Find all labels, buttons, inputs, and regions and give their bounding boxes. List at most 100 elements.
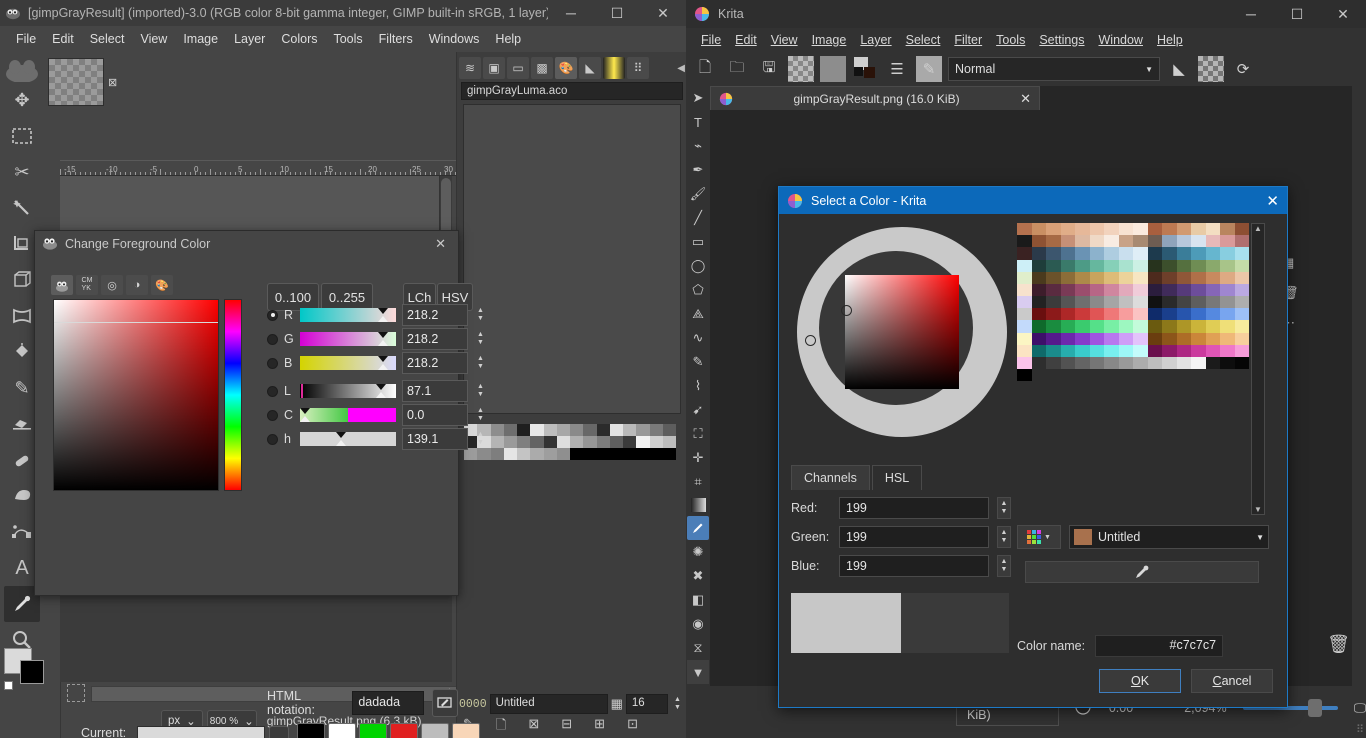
gimp-palette-swatch[interactable] bbox=[662, 436, 676, 448]
palette-swatch[interactable] bbox=[1162, 356, 1177, 369]
palette-swatch[interactable] bbox=[1191, 247, 1206, 260]
palette-swatch[interactable] bbox=[1060, 223, 1075, 236]
gimp-palette-swatch[interactable] bbox=[503, 436, 517, 448]
krita-menu-filter[interactable]: Filter bbox=[947, 31, 989, 49]
alpha-lock-icon[interactable] bbox=[1198, 56, 1224, 82]
gimp-image-thumbnail[interactable] bbox=[48, 58, 104, 106]
palette-swatch[interactable] bbox=[1133, 296, 1148, 309]
krita-menu-help[interactable]: Help bbox=[1150, 31, 1190, 49]
gimp-dock-tab-layers-icon[interactable]: ≋ bbox=[459, 57, 481, 79]
palette-swatch[interactable] bbox=[1075, 271, 1090, 284]
gimp-palette-swatch[interactable] bbox=[543, 448, 557, 460]
fg-stepper-g[interactable]: ▲ ▼ bbox=[474, 328, 487, 350]
palette-swatch[interactable] bbox=[1220, 320, 1235, 333]
gimp-tool-scissors-select-tool[interactable]: ✂ bbox=[4, 154, 40, 190]
palette-swatch[interactable] bbox=[1176, 320, 1191, 333]
krita-menu-window[interactable]: Window bbox=[1092, 31, 1150, 49]
gimp-palette-swatch[interactable] bbox=[609, 436, 623, 448]
palette-swatch[interactable] bbox=[1017, 235, 1032, 248]
fg-hue-strip[interactable] bbox=[224, 299, 242, 491]
tab-hsl[interactable]: HSL bbox=[871, 465, 923, 490]
gimp-palette-swatch[interactable] bbox=[623, 424, 637, 436]
fg-slider-b[interactable] bbox=[300, 356, 396, 370]
palette-swatch[interactable] bbox=[1104, 296, 1119, 309]
palette-swatch[interactable] bbox=[1220, 296, 1235, 309]
palette-swatch[interactable] bbox=[1046, 283, 1061, 296]
fg-tab-palette-icon[interactable]: 🎨 bbox=[151, 275, 173, 295]
fg-value-r[interactable]: 218.2 bbox=[402, 304, 468, 326]
palette-swatch[interactable] bbox=[1162, 296, 1177, 309]
gimp-palette-swatch[interactable] bbox=[636, 424, 650, 436]
gimp-palette-swatch[interactable] bbox=[609, 448, 623, 460]
gimp-palette-swatch[interactable] bbox=[649, 424, 663, 436]
fg-history-swatch[interactable] bbox=[421, 723, 449, 738]
palette-swatch[interactable] bbox=[1234, 344, 1249, 357]
sv-square-marker[interactable] bbox=[841, 305, 852, 316]
gimp-palette-swatch[interactable] bbox=[609, 424, 623, 436]
palette-swatch[interactable] bbox=[1060, 247, 1075, 260]
gimp-refresh-icon[interactable]: ⊡ bbox=[627, 716, 638, 738]
krita-tool-calligraphy-tool[interactable]: ✒ bbox=[687, 158, 709, 182]
palette-swatch[interactable] bbox=[1220, 283, 1235, 296]
palette-swatch[interactable] bbox=[1075, 259, 1090, 272]
krita-tool-line-tool[interactable]: ╱ bbox=[687, 206, 709, 230]
gimp-dock-tab-histogram-icon[interactable]: ◣ bbox=[579, 57, 601, 79]
palette-swatch[interactable] bbox=[1089, 332, 1104, 345]
open-document-icon[interactable]: 🗀 bbox=[724, 56, 750, 82]
red-stepper[interactable]: ▲ ▼ bbox=[997, 497, 1011, 519]
scroll-up-icon[interactable]: ▲ bbox=[1254, 224, 1262, 233]
fg-radio-g[interactable] bbox=[267, 333, 278, 345]
gimp-palette-swatch[interactable] bbox=[623, 436, 637, 448]
palette-swatch[interactable] bbox=[1031, 283, 1046, 296]
palette-swatch[interactable] bbox=[1234, 235, 1249, 248]
palette-swatch[interactable] bbox=[1191, 344, 1206, 357]
gimp-palette-columns-stepper[interactable]: ▲ ▼ bbox=[671, 693, 684, 715]
gimp-menu-colors[interactable]: Colors bbox=[273, 29, 325, 49]
palette-swatch[interactable] bbox=[1147, 320, 1162, 333]
fg-history-swatch[interactable] bbox=[390, 723, 418, 738]
fg-stepper-r[interactable]: ▲ ▼ bbox=[474, 304, 487, 326]
fg-slider-c[interactable] bbox=[300, 408, 396, 422]
eyedropper-icon[interactable] bbox=[1025, 561, 1259, 583]
gimp-maximize-button[interactable]: ☐ bbox=[594, 0, 640, 26]
gimp-palette-swatch[interactable] bbox=[490, 448, 504, 460]
gimp-menu-select[interactable]: Select bbox=[82, 29, 133, 49]
palette-swatch[interactable] bbox=[1220, 344, 1235, 357]
palette-swatch[interactable] bbox=[1220, 308, 1235, 321]
gimp-palette-swatch[interactable] bbox=[570, 424, 584, 436]
gimp-palette-swatch[interactable] bbox=[503, 448, 517, 460]
palette-swatch[interactable] bbox=[1046, 296, 1061, 309]
gimp-palette-swatch[interactable] bbox=[596, 424, 610, 436]
palette-swatch[interactable] bbox=[1017, 283, 1032, 296]
palette-swatch[interactable] bbox=[1075, 247, 1090, 260]
palette-swatch[interactable] bbox=[1162, 344, 1177, 357]
green-input[interactable]: 199 bbox=[839, 526, 989, 548]
palette-swatch[interactable] bbox=[1191, 296, 1206, 309]
palette-swatch[interactable] bbox=[1075, 296, 1090, 309]
palette-swatch[interactable] bbox=[1046, 332, 1061, 345]
gimp-dock-tab-channels-icon[interactable]: ▣ bbox=[483, 57, 505, 79]
palette-swatch[interactable] bbox=[1133, 283, 1148, 296]
gimp-dock-collapse-icon[interactable]: ◀ bbox=[677, 63, 685, 74]
fg-bg-color-icon[interactable] bbox=[852, 56, 878, 82]
fg-radio-c[interactable] bbox=[267, 409, 278, 421]
palette-swatch[interactable] bbox=[1089, 247, 1104, 260]
gimp-palette-swatch[interactable] bbox=[649, 436, 663, 448]
palette-swatch[interactable] bbox=[1118, 235, 1133, 248]
gimp-quickmask-toggle[interactable] bbox=[67, 684, 85, 702]
palette-swatch-grid[interactable] bbox=[1017, 223, 1249, 515]
eraser-icon[interactable]: ◣ bbox=[1166, 56, 1192, 82]
palette-swatch[interactable] bbox=[1060, 356, 1075, 369]
palette-swatch[interactable] bbox=[1060, 344, 1075, 357]
palette-swatch[interactable] bbox=[1162, 259, 1177, 272]
palette-swatch[interactable] bbox=[1031, 308, 1046, 321]
palette-swatch[interactable] bbox=[1162, 332, 1177, 345]
krita-tool-move-tool[interactable]: ✛ bbox=[687, 446, 709, 470]
palette-swatch[interactable] bbox=[1031, 344, 1046, 357]
palette-swatch[interactable] bbox=[1133, 247, 1148, 260]
palette-swatch[interactable] bbox=[1176, 356, 1191, 369]
palette-swatch[interactable] bbox=[1220, 235, 1235, 248]
gimp-palette-swatch[interactable] bbox=[570, 448, 584, 460]
gimp-menu-tools[interactable]: Tools bbox=[325, 29, 370, 49]
gimp-palette-swatch[interactable] bbox=[490, 424, 504, 436]
